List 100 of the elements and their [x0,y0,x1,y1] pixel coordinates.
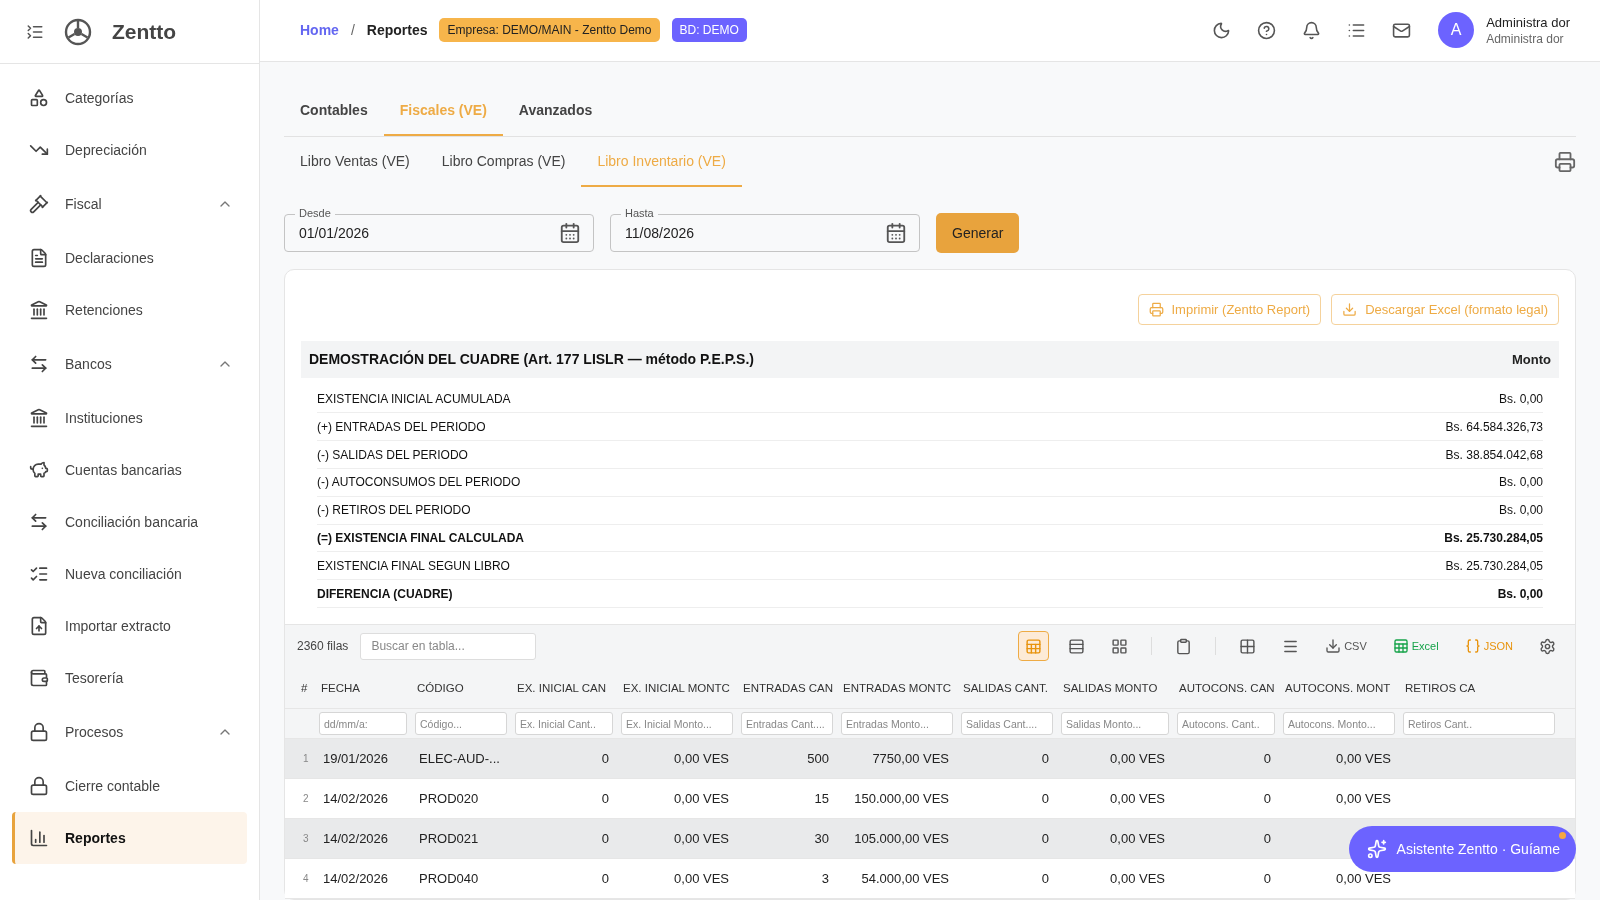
summary-value: Bs. 0,00 [1497,586,1543,601]
summary-value: Bs. 64.584.326,73 [1445,419,1543,434]
user-avatar[interactable]: A [1438,12,1475,49]
table-cell-text: 500 [806,751,830,766]
table-cell-text: 0 [1040,751,1050,766]
column-header[interactable]: SALIDAS MONTO [1057,681,1158,694]
column-filter[interactable]: dd/mm/a: [319,712,407,735]
sidebar-item[interactable]: Conciliación bancaria [12,496,247,548]
sidebar-item[interactable]: Importar extracto [12,600,247,652]
sidebar-item[interactable]: Depreciación [12,124,247,176]
table-cell-text: 30 [813,831,830,846]
column-filter[interactable]: Entradas Cant.... [741,712,833,735]
menu-icon[interactable] [26,22,44,41]
table-cell-text: 3 [820,871,830,886]
braces-icon [1464,638,1481,654]
calendar-icon[interactable] [559,221,581,244]
column-filter[interactable]: Salidas Monto... [1061,712,1169,735]
table-cell-text: 14/02/2026 [322,791,390,806]
table-cell-text: 0,00 VES [1335,791,1392,806]
tab[interactable]: Libro Ventas (VE) [284,136,426,187]
sidebar-item[interactable]: Instituciones [12,392,247,444]
sidebar-item[interactable]: Cuentas bancarias [12,444,247,496]
table-cell-text: 0 [1262,871,1272,886]
column-header[interactable]: ENTRADAS CAN [737,681,834,694]
sidebar-item[interactable]: Reportes [12,812,247,864]
file-upload-icon [29,616,49,636]
summary-title: DEMOSTRACIÓN DEL CUADRE (Art. 177 LISLR — método P.E.P.S.) [309,351,754,368]
transfer-icon [29,354,49,374]
column-header[interactable]: EX. INICIAL MONTC [617,681,730,694]
table-cell-text: 0,00 VES [1109,831,1166,846]
company-badge: Empresa: DEMO/MAIN - Zentto Demo [439,18,660,43]
search-field[interactable]: Buscar en tabla... [360,632,537,660]
column-header[interactable]: SALIDAS CANT. [957,681,1048,694]
table-cell-text: 0,00 VES [673,791,730,806]
tab[interactable]: Contables [284,85,384,136]
breadcrumb-item[interactable]: Home [300,22,339,39]
table-cell-text: 0,00 VES [673,751,730,766]
sidebar-item[interactable]: Procesos [12,704,247,760]
table-cell-text: 0 [1262,751,1272,766]
piggy-bank-icon [29,460,49,480]
generate-button[interactable]: Generar [936,212,1020,253]
table-cell-text: 0 [600,871,610,886]
column-header[interactable]: ENTRADAS MONTC [837,681,951,694]
sparkles-icon [1366,839,1387,859]
tab[interactable]: Avanzados [502,85,609,136]
column-filter[interactable]: Autocons. Monto... [1283,712,1395,735]
column-filter[interactable]: Código... [415,712,507,735]
field-value: 01/01/2026 [299,224,370,241]
sidebar-item[interactable]: Tesorería [12,652,247,704]
lock-icon [29,776,49,796]
summary-value: Bs. 0,00 [1498,503,1543,518]
column-filter[interactable]: Salidas Cant.... [961,712,1053,735]
table-cell-text: 150.000,00 VES [853,791,950,806]
sidebar-item[interactable]: Bancos [12,336,247,392]
table-cell-text: 0 [600,751,610,766]
column-filter[interactable]: Retiros Cant.. [1403,712,1555,735]
column-header[interactable]: # [285,681,308,694]
column-filter[interactable]: Ex. Inicial Cant.. [515,712,613,735]
column-header[interactable]: AUTOCONS. MONT [1279,681,1391,694]
export-button[interactable]: CSV [1318,631,1374,661]
table-cell-text: 14/02/2026 [322,871,390,886]
download-icon [1342,301,1358,317]
column-header[interactable]: CÓDIGO [411,681,464,694]
assistant-button[interactable]: Asistente Zentto · Guíame [1348,826,1576,872]
sidebar-item[interactable]: Categorías [12,72,247,124]
bell-icon[interactable] [1302,20,1322,40]
table-cell-text: 0,00 VES [1109,751,1166,766]
row-number: 2 [302,793,310,804]
column-filter[interactable]: Entradas Monto... [841,712,953,735]
gavel-icon [29,194,49,214]
row-number: 4 [302,873,310,884]
sidebar-item[interactable]: Nueva conciliación [12,548,247,600]
column-filter[interactable]: Autocons. Cant.. [1177,712,1275,735]
checklist-icon [29,564,49,584]
mail-icon[interactable] [1392,20,1412,40]
column-header[interactable]: EX. INICIAL CAN [511,681,607,694]
column-header: Monto [1512,351,1551,367]
summary-label: (-) RETIROS DEL PERIODO [317,503,471,518]
column-header[interactable]: FECHA [315,681,360,694]
spreadsheet-icon [1392,638,1409,654]
table-cell-text: 54.000,00 VES [860,871,950,886]
column-header[interactable]: RETIROS CA [1399,681,1476,694]
user-name: Administra dor [1486,14,1570,30]
column-filter[interactable]: Ex. Inicial Monto... [621,712,733,735]
table-cell-text: 0,00 VES [673,871,730,886]
field-label: Hasta [621,206,658,219]
sidebar-item[interactable]: Fiscal [12,176,247,232]
print-icon[interactable] [1554,150,1576,173]
breadcrumb-separator: / [350,22,355,39]
column-header[interactable]: AUTOCONS. CAN [1173,681,1275,694]
sidebar-item[interactable]: Cierre contable [12,760,247,812]
sidebar-item[interactable]: Declaraciones [12,232,247,284]
print-icon [1148,301,1164,317]
field-value: 11/08/2026 [625,224,695,241]
help-icon[interactable] [1257,20,1277,40]
sidebar-item[interactable]: Retenciones [12,284,247,336]
summary-label: EXISTENCIA INICIAL ACUMULADA [317,392,511,406]
moon-icon[interactable] [1212,20,1232,40]
tab[interactable]: Libro Compras (VE) [425,136,582,187]
calendar-icon[interactable] [885,221,907,244]
